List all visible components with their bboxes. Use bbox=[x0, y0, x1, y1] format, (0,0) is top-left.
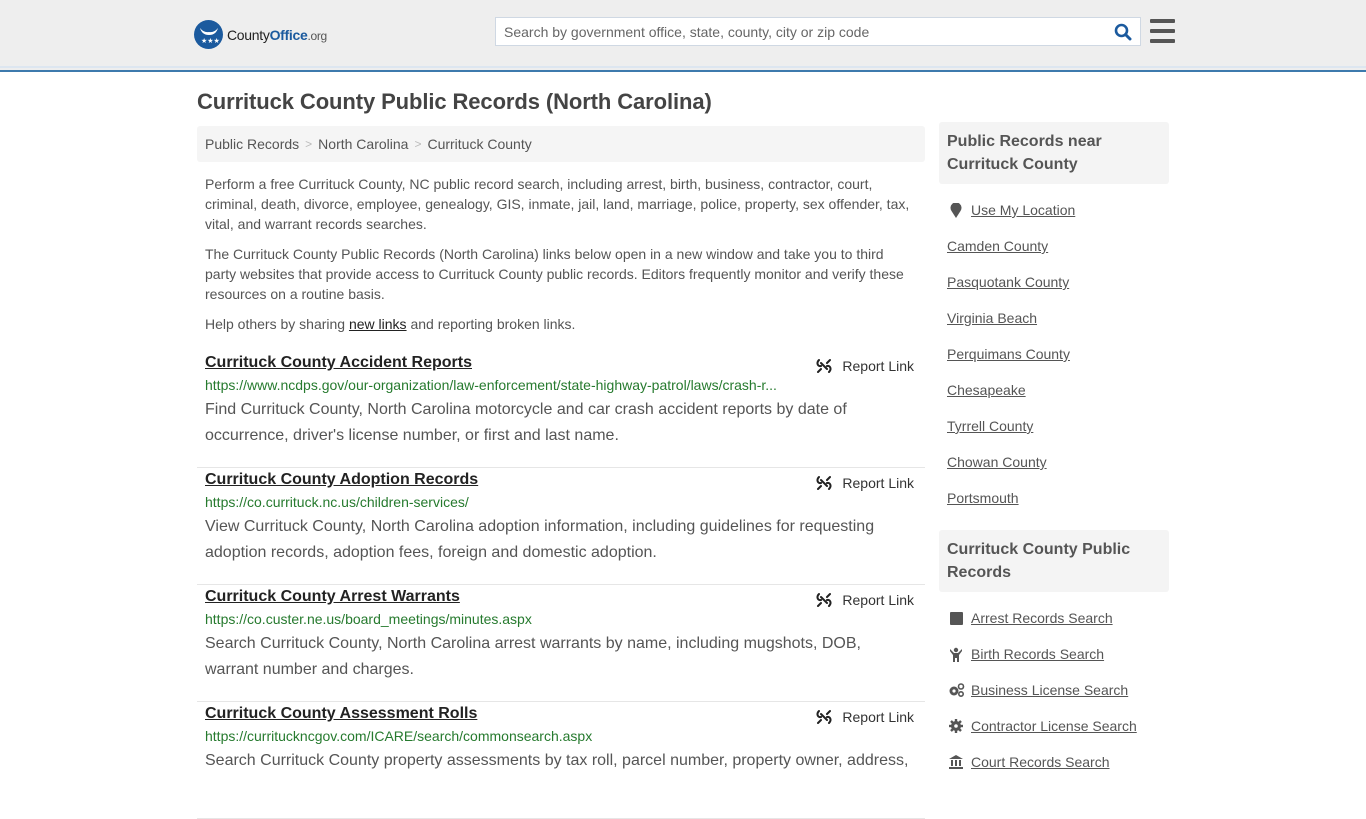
nearby-heading: Public Records near Currituck County bbox=[939, 122, 1169, 184]
nearby-link[interactable]: Perquimans County bbox=[947, 346, 1070, 362]
search-input[interactable] bbox=[496, 18, 1106, 45]
record-item: Currituck County Adoption Records Report… bbox=[197, 468, 925, 585]
cogs-icon bbox=[947, 683, 965, 697]
courthouse-icon bbox=[947, 755, 965, 769]
nearby-item: Camden County bbox=[947, 228, 1161, 264]
nearby-item: Pasquotank County bbox=[947, 264, 1161, 300]
record-url[interactable]: https://www.ncdps.gov/our-organization/l… bbox=[205, 377, 917, 393]
main-content: Currituck County Public Records (North C… bbox=[197, 72, 925, 819]
broken-link-icon bbox=[816, 359, 832, 373]
record-item: Currituck County Arrest Warrants Report … bbox=[197, 585, 925, 702]
breadcrumb: Public Records > North Carolina > Currit… bbox=[197, 126, 925, 162]
logo-eagle-icon: ★★★ bbox=[194, 20, 223, 49]
record-description: Search Currituck County property assessm… bbox=[205, 752, 909, 769]
record-title-link[interactable]: Currituck County Assessment Rolls bbox=[205, 705, 477, 723]
intro-paragraph-1: Perform a free Currituck County, NC publ… bbox=[205, 176, 910, 232]
intro-paragraph-2: The Currituck County Public Records (Nor… bbox=[205, 246, 904, 302]
report-link-button[interactable]: Report Link bbox=[816, 592, 914, 608]
record-item: Currituck County Accident Reports Report… bbox=[197, 351, 925, 468]
nearby-link[interactable]: Tyrrell County bbox=[947, 418, 1033, 434]
report-link-button[interactable]: Report Link bbox=[816, 358, 914, 374]
record-description: View Currituck County, North Carolina ad… bbox=[205, 518, 875, 561]
report-link-button[interactable]: Report Link bbox=[816, 475, 914, 491]
nearby-link[interactable]: Pasquotank County bbox=[947, 274, 1069, 290]
square-icon bbox=[947, 611, 965, 625]
county-record-item: Arrest Records Search bbox=[947, 600, 1161, 636]
logo-text: CountyOffice.org bbox=[227, 26, 327, 43]
nearby-item: Chowan County bbox=[947, 444, 1161, 480]
page-title: Currituck County Public Records (North C… bbox=[197, 89, 712, 114]
business-license-link[interactable]: Business License Search bbox=[971, 682, 1128, 698]
county-record-item: Birth Records Search bbox=[947, 636, 1161, 672]
broken-link-icon bbox=[816, 593, 832, 607]
broken-link-icon bbox=[816, 710, 832, 724]
record-url[interactable]: https://currituckncgov.com/ICARE/search/… bbox=[205, 728, 917, 744]
record-url[interactable]: https://co.custer.ne.us/board_meetings/m… bbox=[205, 611, 917, 627]
site-header: ★★★ CountyOffice.org bbox=[0, 0, 1366, 72]
record-title-link[interactable]: Currituck County Accident Reports bbox=[205, 354, 472, 372]
record-url[interactable]: https://co.currituck.nc.us/children-serv… bbox=[205, 494, 917, 510]
county-record-item: Contractor License Search bbox=[947, 708, 1161, 744]
nearby-link[interactable]: Virginia Beach bbox=[947, 310, 1037, 326]
use-my-location-item: Use My Location bbox=[947, 192, 1161, 228]
record-title-link[interactable]: Currituck County Arrest Warrants bbox=[205, 588, 460, 606]
nearby-link[interactable]: Camden County bbox=[947, 238, 1048, 254]
breadcrumb-north-carolina[interactable]: North Carolina bbox=[318, 136, 408, 152]
intro-paragraph-3: Help others by sharing new links and rep… bbox=[205, 316, 576, 332]
birth-records-link[interactable]: Birth Records Search bbox=[971, 646, 1104, 662]
svg-text:★★★: ★★★ bbox=[201, 37, 220, 45]
cog-icon bbox=[947, 719, 965, 733]
nearby-link[interactable]: Chowan County bbox=[947, 454, 1047, 470]
record-description: Search Currituck County, North Carolina … bbox=[205, 635, 861, 678]
nearby-item: Perquimans County bbox=[947, 336, 1161, 372]
sidebar: Public Records near Currituck County Use… bbox=[939, 122, 1169, 794]
record-description: Find Currituck County, North Carolina mo… bbox=[205, 401, 847, 444]
use-my-location-link[interactable]: Use My Location bbox=[971, 202, 1075, 218]
new-links-link[interactable]: new links bbox=[349, 316, 407, 332]
nearby-item: Tyrrell County bbox=[947, 408, 1161, 444]
breadcrumb-separator: > bbox=[305, 137, 313, 151]
records-list: Currituck County Accident Reports Report… bbox=[197, 351, 925, 819]
contractor-license-link[interactable]: Contractor License Search bbox=[971, 718, 1137, 734]
search-button[interactable] bbox=[1106, 18, 1140, 45]
arrest-records-link[interactable]: Arrest Records Search bbox=[971, 610, 1113, 626]
county-records-heading: Currituck County Public Records bbox=[939, 530, 1169, 592]
record-item: Currituck County Assessment Rolls Report… bbox=[197, 702, 925, 819]
hamburger-menu-icon[interactable] bbox=[1150, 19, 1175, 43]
child-icon bbox=[947, 647, 965, 662]
search-icon bbox=[1114, 23, 1132, 40]
nearby-list: Use My Location Camden County Pasquotank… bbox=[939, 184, 1169, 530]
nearby-item: Portsmouth bbox=[947, 480, 1161, 516]
nearby-item: Virginia Beach bbox=[947, 300, 1161, 336]
search-box bbox=[495, 17, 1141, 46]
record-title-link[interactable]: Currituck County Adoption Records bbox=[205, 471, 478, 489]
breadcrumb-currituck-county[interactable]: Currituck County bbox=[427, 136, 531, 152]
nearby-link[interactable]: Portsmouth bbox=[947, 490, 1019, 506]
intro-text: Perform a free Currituck County, NC publ… bbox=[197, 174, 925, 334]
report-link-button[interactable]: Report Link bbox=[816, 709, 914, 725]
map-marker-icon bbox=[947, 202, 965, 218]
nearby-link[interactable]: Chesapeake bbox=[947, 382, 1026, 398]
county-record-item: Business License Search bbox=[947, 672, 1161, 708]
county-record-item: Court Records Search bbox=[947, 744, 1161, 780]
broken-link-icon bbox=[816, 476, 832, 490]
site-logo[interactable]: ★★★ CountyOffice.org bbox=[194, 20, 327, 49]
breadcrumb-public-records[interactable]: Public Records bbox=[205, 136, 299, 152]
county-records-list: Arrest Records Search Birth Records Sear… bbox=[939, 592, 1169, 794]
nearby-item: Chesapeake bbox=[947, 372, 1161, 408]
breadcrumb-separator: > bbox=[414, 137, 422, 151]
